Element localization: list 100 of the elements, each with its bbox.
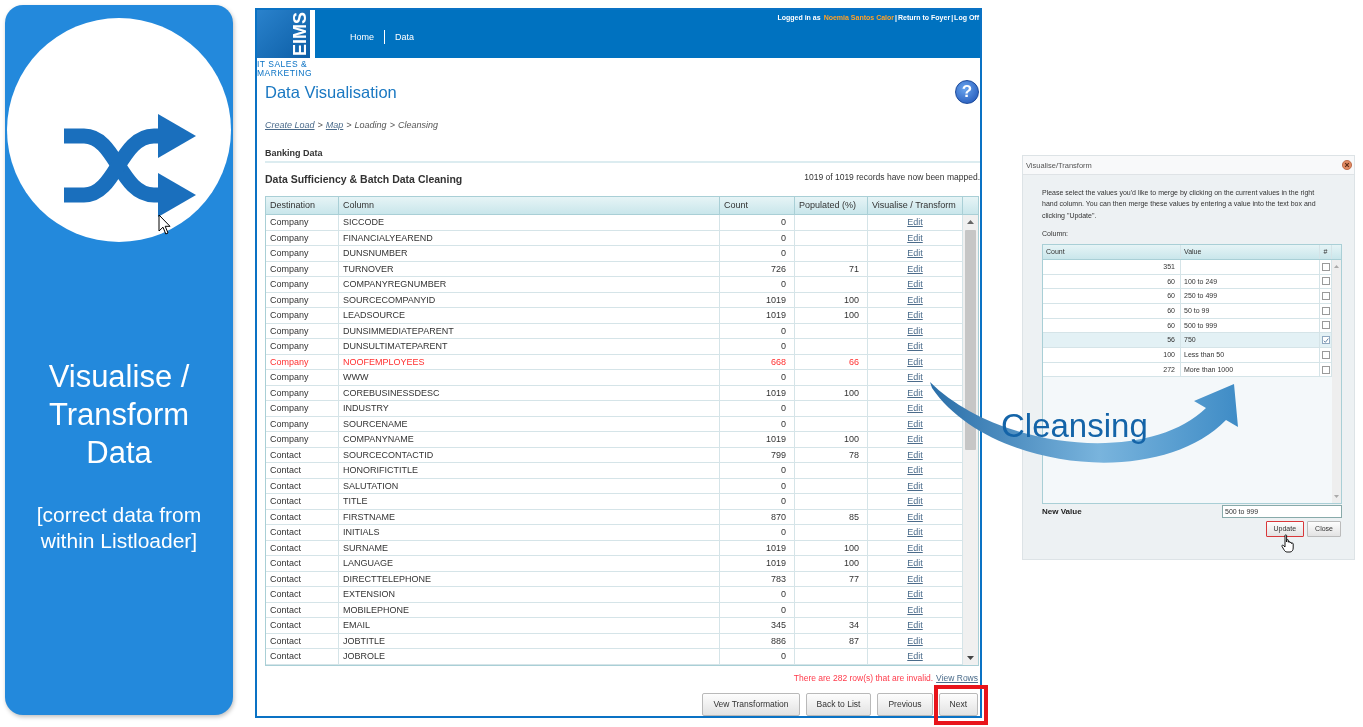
edit-link[interactable]: Edit [907,341,923,351]
edit-link[interactable]: Edit [907,418,923,429]
table-cell: TITLE [339,494,720,509]
breadcrumb-item: Loading [354,120,387,131]
edit-link[interactable]: Edit [907,248,923,258]
breadcrumb-separator: > [346,120,352,131]
scrollbar[interactable] [963,215,978,665]
edit-link[interactable]: Edit [907,635,923,646]
edit-link[interactable]: Edit [907,325,923,336]
table-cell: Contact [266,587,339,602]
table-cell: 1019 [720,540,795,555]
column-header: Populated (%) [795,197,868,214]
edit-link[interactable]: Edit [907,651,923,661]
edit-link[interactable]: Edit [907,294,923,305]
table-cell: 1019 [720,308,795,323]
table-cell: 0 [720,339,795,354]
edit-link[interactable]: Edit [907,620,923,630]
invalid-rows-message: There are 282 row(s) that are invalid. [793,672,934,684]
table-cell: Company [266,401,339,416]
breadcrumb-link[interactable]: Map [325,120,344,131]
table-cell: SOURCECOMPANYID [339,292,720,307]
table-cell: Company [266,261,339,276]
edit-link[interactable]: Edit [907,527,923,537]
edit-link[interactable]: Edit [907,465,923,475]
edit-link[interactable]: Edit [907,449,923,460]
table-cell: SOURCENAME [339,416,720,431]
table-cell: SOURCECONTACTID [339,447,720,462]
table-cell: 0 [720,463,795,478]
edit-link[interactable]: Edit [907,604,923,615]
table-cell: JOBROLE [339,649,720,664]
table-cell: Company [266,323,339,338]
table-cell: Company [266,416,339,431]
table-cell: 1019 [720,556,795,571]
shuffle-icon [7,18,231,242]
edit-link[interactable]: Edit [907,372,923,382]
scroll-down-icon[interactable] [967,655,974,660]
footer-button[interactable]: Back to List [805,692,872,716]
nav-link[interactable]: Home [350,31,374,43]
table-cell: 100 [795,292,868,307]
edit-link[interactable]: Edit [907,480,923,491]
table-cell: INITIALS [339,525,720,540]
nav-link[interactable]: Data [395,31,415,43]
table-cell: SICCODE [339,215,720,230]
table-cell: 100 [795,308,868,323]
footer-button[interactable]: Vew Transformation [702,692,800,716]
section-heading: Banking Data [265,148,980,163]
table-cell: Contact [266,618,339,633]
edit-link[interactable]: Edit [907,356,923,367]
footer-button[interactable]: Previous [877,692,933,716]
edit-link[interactable]: Edit [907,511,923,522]
table-cell: 1019 [720,432,795,447]
edit-link[interactable]: Edit [907,263,923,274]
table-cell: Company [266,308,339,323]
table-cell: DUNSULTIMATEPARENT [339,339,720,354]
edit-link[interactable]: Edit [907,387,923,398]
table-cell: 0 [720,323,795,338]
panel-title: Visualise / Transform Data [47,358,191,472]
edit-link[interactable]: Edit [907,217,923,227]
close-icon[interactable] [1342,160,1352,170]
edit-link[interactable]: Edit [907,232,923,243]
table-cell: WWW [339,370,720,385]
table-cell: 345 [720,618,795,633]
table-cell: COMPANYREGNUMBER [339,277,720,292]
table-cell: 0 [720,416,795,431]
table-cell: 85 [795,509,868,524]
help-button[interactable]: ? [955,80,979,104]
edit-link[interactable]: Edit [907,310,923,320]
table-cell: 100 [795,432,868,447]
column-header: Column [339,197,720,214]
table-cell: FIRSTNAME [339,509,720,524]
scroll-up-icon[interactable] [967,220,974,224]
table-cell: INDUSTRY [339,401,720,416]
table-cell: 77 [795,571,868,586]
table-cell: DIRECTTELEPHONE [339,571,720,586]
logo-tagline: IT SALES & MARKETING [257,60,314,77]
edit-link[interactable]: Edit [907,496,923,506]
table-cell: 100 [795,556,868,571]
table-cell: 0 [720,494,795,509]
mouse-pointer-icon [158,214,171,235]
table-cell: 0 [720,587,795,602]
logo-text: EIMS [291,12,309,56]
edit-link[interactable]: Edit [907,279,923,289]
table-cell: 0 [720,370,795,385]
table-cell: 66 [795,354,868,369]
edit-link[interactable]: Edit [907,589,923,599]
edit-link[interactable]: Edit [907,434,923,444]
footer-button[interactable]: Next [938,692,978,716]
breadcrumb-link[interactable]: Create Load [265,120,315,131]
view-rows-link[interactable]: View Rows [936,672,978,684]
scrollbar-thumb[interactable] [965,230,976,450]
edit-link[interactable]: Edit [907,558,923,568]
edit-link[interactable]: Edit [907,542,923,553]
edit-link[interactable]: Edit [907,573,923,584]
breadcrumb-separator: > [317,120,323,131]
edit-link[interactable]: Edit [907,403,923,413]
table-cell: 71 [795,261,868,276]
table-cell: HONORIFICTITLE [339,463,720,478]
table-cell: 0 [720,246,795,261]
table-cell: SURNAME [339,540,720,555]
table-cell: EXTENSION [339,587,720,602]
